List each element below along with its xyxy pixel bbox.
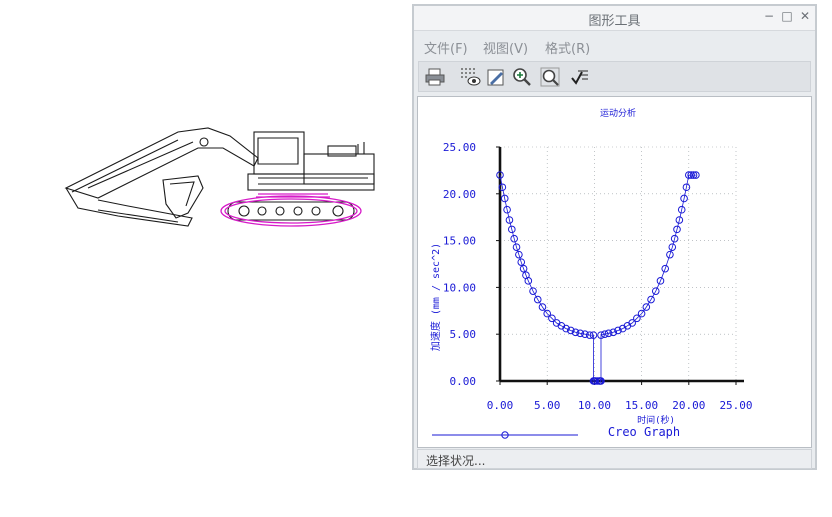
chart-marks: [496, 171, 700, 385]
x-tick-label: 20.00: [672, 399, 705, 412]
zoom-fit-icon[interactable]: [539, 66, 561, 88]
close-icon[interactable]: ✕: [798, 9, 812, 23]
window-title: 图形工具: [588, 14, 641, 29]
print-icon[interactable]: [424, 66, 446, 88]
status-bar: 选择状况...: [417, 449, 812, 469]
creo-graph-watermark: Creo Graph: [608, 425, 680, 439]
x-tick-label: 0.00: [487, 399, 514, 412]
x-tick-label: 10.00: [578, 399, 611, 412]
y-tick-label: 0.00: [450, 375, 477, 388]
menu-file[interactable]: 文件(F): [424, 38, 468, 57]
menu-view[interactable]: 视图(V): [483, 38, 528, 57]
chart-title: 运动分析: [600, 107, 636, 119]
maximize-icon[interactable]: □: [780, 9, 794, 23]
check-list-icon[interactable]: [569, 66, 591, 88]
y-axis-label: 加速度 (mm / sec^2): [429, 243, 442, 351]
grid-visibility-icon[interactable]: [459, 66, 481, 88]
menu-bar: 文件(F) 视图(V) 格式(R): [414, 33, 815, 57]
y-tick-label: 25.00: [443, 141, 476, 154]
edit-format-icon[interactable]: [485, 66, 507, 88]
status-text: 选择状况...: [426, 454, 486, 468]
graph-tool-window: 图形工具 − □ ✕ 文件(F) 视图(V) 格式(R) 0.00 5.00 1…: [412, 4, 817, 470]
y-tick-label: 10.00: [443, 281, 476, 294]
x-tick-label: 5.00: [534, 399, 561, 412]
title-bar[interactable]: 图形工具 − □ ✕: [414, 6, 815, 31]
acceleration-chart: 0.00 5.00 10.00 15.00 20.00 25.00 0.00 5.00 10.0…: [429, 107, 753, 439]
toolbar: [418, 61, 811, 92]
chart-axes: [498, 147, 744, 383]
chart-ticks: 0.00 5.00 10.00 15.00 20.00 25.00 0.00 5.00 10.0…: [443, 141, 753, 412]
y-tick-label: 20.00: [443, 188, 476, 201]
chart-grid: [500, 146, 737, 381]
excavator-model: [64, 127, 375, 227]
menu-format[interactable]: 格式(R): [545, 38, 590, 57]
minimize-icon[interactable]: −: [762, 9, 776, 23]
x-tick-label: 25.00: [719, 399, 752, 412]
y-tick-label: 15.00: [443, 235, 476, 248]
y-tick-label: 5.00: [450, 328, 477, 341]
graph-plot-area[interactable]: 0.00 5.00 10.00 15.00 20.00 25.00 0.00 5.00 10.0…: [417, 96, 812, 448]
x-tick-label: 15.00: [625, 399, 658, 412]
zoom-in-icon[interactable]: [511, 66, 533, 88]
